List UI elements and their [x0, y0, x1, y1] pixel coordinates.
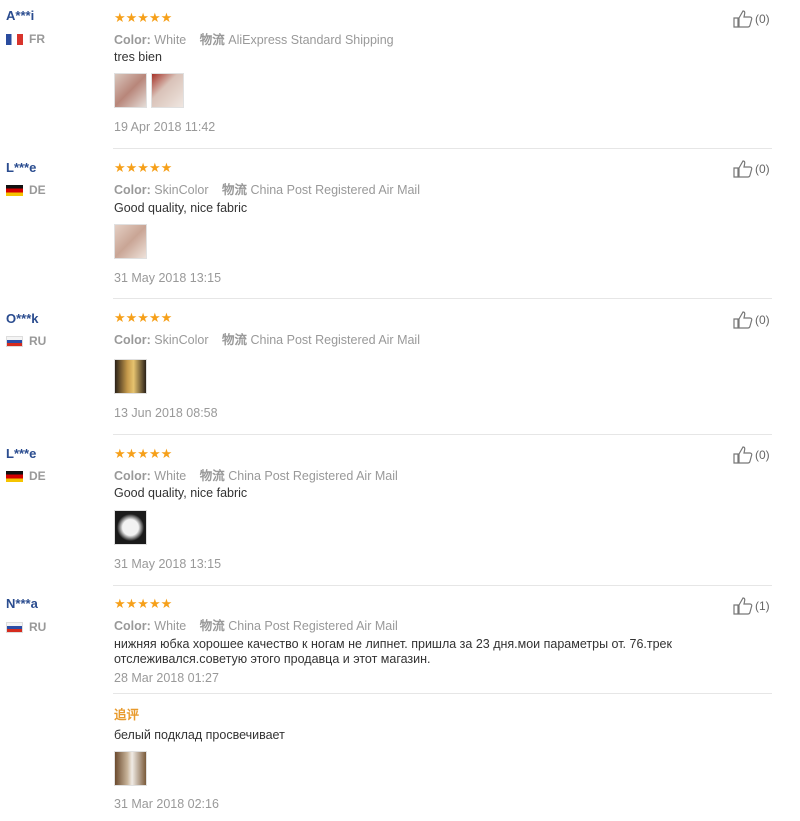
followup-label: 追评	[114, 708, 140, 722]
followup-date: 31 Mar 2018 02:16	[114, 797, 219, 811]
review-divider	[113, 585, 772, 586]
review-photos	[114, 224, 147, 259]
review-date: 13 Jun 2018 08:58	[114, 406, 218, 420]
flag-de-icon	[6, 184, 23, 196]
review-photo-thumbnail[interactable]	[151, 73, 184, 108]
reviewer-country: RU	[6, 620, 46, 634]
review-meta: Color: SkinColor 物流 China Post Registere…	[114, 183, 420, 197]
flag-ru-icon	[6, 335, 23, 347]
reviewer-country: FR	[6, 32, 45, 46]
review-photos	[114, 73, 184, 108]
reviewer-name[interactable]: L***e	[6, 160, 36, 175]
thumbs-up-icon	[733, 446, 753, 464]
review-text: Good quality, nice fabric	[114, 486, 248, 500]
star-rating: ★★★★★	[114, 160, 173, 175]
reviewer-name[interactable]: N***a	[6, 596, 38, 611]
review-text: tres bien	[114, 50, 162, 64]
reviewer-name[interactable]: O***k	[6, 311, 39, 326]
flag-de-icon	[6, 470, 23, 482]
review-text-line: отслеживался.советую этого продавца и эт…	[114, 652, 431, 666]
star-rating: ★★★★★	[114, 310, 173, 325]
followup-divider	[113, 693, 772, 694]
review-date: 31 May 2018 13:15	[114, 557, 222, 571]
flag-fr-icon	[6, 33, 23, 45]
reviewer-country: RU	[6, 334, 46, 348]
star-rating: ★★★★★	[114, 446, 173, 461]
like-button[interactable]: (0)	[733, 311, 770, 329]
review-meta: Color: White 物流 China Post Registered Ai…	[114, 619, 398, 633]
reviewer-country: DE	[6, 183, 46, 197]
review-photo-thumbnail[interactable]	[114, 73, 147, 108]
review-photo-thumbnail[interactable]	[114, 510, 147, 545]
thumbs-up-icon	[733, 10, 753, 28]
review-photo-thumbnail[interactable]	[114, 359, 147, 394]
review-photo-thumbnail[interactable]	[114, 751, 147, 786]
like-count: (0)	[755, 162, 770, 176]
thumbs-up-icon	[733, 311, 753, 329]
star-rating: ★★★★★	[114, 10, 173, 25]
review-date: 31 May 2018 13:15	[114, 271, 222, 285]
review-meta: Color: White 物流 China Post Registered Ai…	[114, 469, 398, 483]
like-count: (1)	[755, 599, 770, 613]
review-meta: Color: White 物流 AliExpress Standard Ship…	[114, 33, 394, 47]
like-button[interactable]: (0)	[733, 160, 770, 178]
review-photos	[114, 510, 147, 545]
like-count: (0)	[755, 12, 770, 26]
review-divider	[113, 434, 772, 435]
like-button[interactable]: (1)	[733, 597, 770, 615]
like-button[interactable]: (0)	[733, 10, 770, 28]
thumbs-up-icon	[733, 597, 753, 615]
review-date: 28 Mar 2018 01:27	[114, 671, 219, 685]
reviewer-country: DE	[6, 469, 46, 483]
like-count: (0)	[755, 448, 770, 462]
review-date: 19 Apr 2018 11:42	[114, 120, 216, 134]
review-divider	[113, 298, 772, 299]
review-text: Good quality, nice fabric	[114, 201, 248, 215]
flag-ru-icon	[6, 621, 23, 633]
thumbs-up-icon	[733, 160, 753, 178]
review-text-line: нижняя юбка хорошее качество к ногам не …	[114, 637, 672, 651]
reviewer-name[interactable]: A***i	[6, 8, 34, 23]
star-rating: ★★★★★	[114, 596, 173, 611]
review-meta: Color: SkinColor 物流 China Post Registere…	[114, 333, 420, 347]
followup-photos	[114, 751, 147, 786]
review-divider	[113, 148, 772, 149]
review-photos	[114, 359, 147, 394]
review-photo-thumbnail[interactable]	[114, 224, 147, 259]
like-button[interactable]: (0)	[733, 446, 770, 464]
followup-text: белый подклад просвечивает	[114, 728, 285, 742]
reviewer-name[interactable]: L***e	[6, 446, 36, 461]
like-count: (0)	[755, 313, 770, 327]
